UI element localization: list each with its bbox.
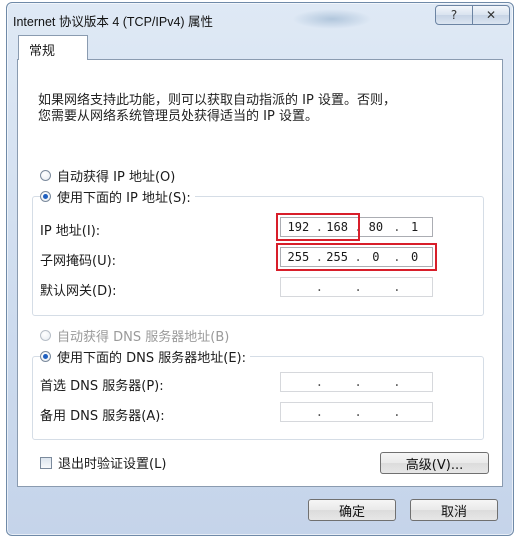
description-line-2: 您需要从网络系统管理员处获得适当的 IP 设置。: [38, 109, 318, 124]
subnet-mask-highlight: [276, 243, 437, 271]
radio-manual-dns-circle[interactable]: [40, 351, 51, 362]
advanced-button-label: 高级(V)...: [405, 457, 464, 473]
radio-auto-dns-label: 自动获得 DNS 服务器地址(B): [57, 330, 230, 345]
description-line-1: 如果网络支持此功能，则可以获取自动指派的 IP 设置。否则，: [38, 93, 396, 108]
ok-button[interactable]: 确定: [308, 499, 396, 521]
ip-address-label: IP 地址(I):: [40, 224, 101, 239]
radio-auto-ip-label: 自动获得 IP 地址(O): [57, 170, 176, 185]
subnet-mask-label: 子网掩码(U):: [40, 254, 117, 269]
octet-separator: .: [315, 405, 323, 419]
radio-manual-dns-label: 使用下面的 DNS 服务器地址(E):: [57, 351, 246, 366]
cancel-button-label: 取消: [440, 504, 467, 520]
preferred-dns-input[interactable]: . . .: [280, 372, 433, 392]
radio-selected-dot: [43, 194, 48, 199]
ip-octet-3: 80: [368, 220, 384, 234]
advanced-button[interactable]: 高级(V)...: [380, 452, 489, 474]
description-text: 如果网络支持此功能，则可以获取自动指派的 IP 设置。否则， 您需要从网络系统管…: [38, 93, 478, 125]
cancel-button[interactable]: 取消: [410, 499, 498, 521]
radio-manual-ip-circle[interactable]: [40, 191, 51, 202]
validate-checkbox-label: 退出时验证设置(L): [58, 457, 167, 472]
ip-address-highlight: [276, 213, 360, 241]
radio-manual-dns[interactable]: 使用下面的 DNS 服务器地址(E):: [40, 347, 250, 366]
radio-selected-dot: [43, 354, 48, 359]
preferred-dns-label: 首选 DNS 服务器(P):: [40, 379, 164, 394]
octet-separator: .: [354, 405, 362, 419]
default-gateway-label: 默认网关(D):: [40, 284, 117, 299]
octet-separator: .: [393, 280, 401, 294]
title-glow: [292, 9, 372, 29]
radio-auto-dns-circle[interactable]: [40, 330, 51, 341]
octet-separator: .: [393, 405, 401, 419]
tcpip-properties-dialog: Internet 协议版本 4 (TCP/IPv4) 属性 ? ✕ 常规 如果网…: [6, 2, 514, 536]
validate-on-exit-checkbox[interactable]: 退出时验证设置(L): [40, 453, 171, 472]
validate-checkbox-box[interactable]: [40, 456, 52, 469]
dns-group-box: [32, 356, 484, 440]
radio-auto-ip[interactable]: 自动获得 IP 地址(O): [40, 166, 180, 185]
alternate-dns-input[interactable]: . . .: [280, 402, 433, 422]
default-gateway-input[interactable]: . . .: [280, 277, 433, 297]
tab-general[interactable]: 常规: [18, 35, 88, 60]
alternate-dns-label: 备用 DNS 服务器(A):: [40, 409, 165, 424]
tab-general-label: 常规: [29, 44, 56, 59]
octet-separator: .: [393, 375, 401, 389]
help-icon: ?: [450, 8, 458, 22]
octet-separator: .: [315, 375, 323, 389]
window-title: Internet 协议版本 4 (TCP/IPv4) 属性: [13, 15, 214, 29]
octet-separator: .: [315, 280, 323, 294]
close-button[interactable]: ✕: [472, 5, 510, 25]
ok-button-label: 确定: [338, 504, 365, 520]
close-icon: ✕: [485, 8, 497, 22]
help-button[interactable]: ?: [435, 5, 473, 25]
radio-auto-dns[interactable]: 自动获得 DNS 服务器地址(B): [40, 326, 234, 345]
ip-octet-4: 1: [411, 220, 419, 234]
general-tab-panel: 如果网络支持此功能，则可以获取自动指派的 IP 设置。否则， 您需要从网络系统管…: [17, 59, 503, 487]
title-bar[interactable]: Internet 协议版本 4 (TCP/IPv4) 属性 ? ✕: [7, 3, 513, 35]
octet-separator: .: [354, 375, 362, 389]
radio-manual-ip-label: 使用下面的 IP 地址(S):: [57, 191, 191, 206]
octet-separator: .: [354, 280, 362, 294]
radio-auto-ip-circle[interactable]: [40, 170, 51, 181]
radio-manual-ip[interactable]: 使用下面的 IP 地址(S):: [40, 187, 195, 206]
